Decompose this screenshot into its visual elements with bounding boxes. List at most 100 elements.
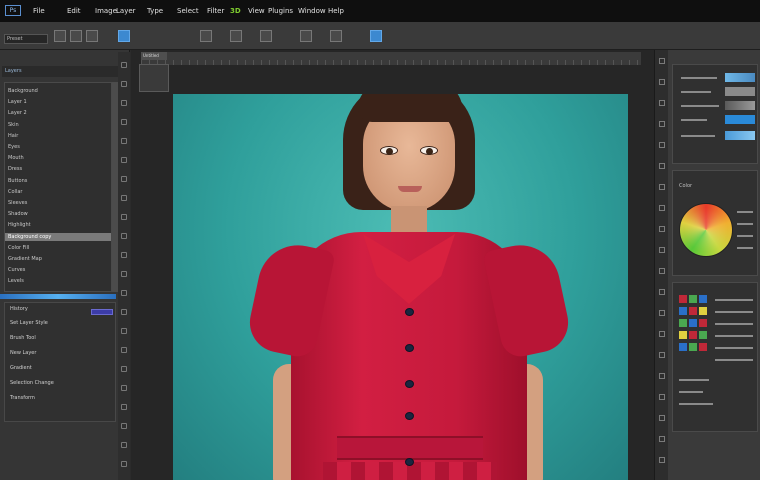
panel-toggle-icon[interactable] [659,142,665,148]
panel-toggle-icon[interactable] [659,415,665,421]
layer-item[interactable]: Shadow [8,210,28,218]
panel-toggle-icon[interactable] [121,252,127,258]
panel-toggle-icon[interactable] [659,457,665,463]
panel-toggle-icon[interactable] [659,247,665,253]
option-c-icon[interactable] [86,30,98,42]
panel-toggle-icon[interactable] [121,195,127,201]
layer-item[interactable]: Layer 2 [8,109,27,117]
panel-toggle-icon[interactable] [121,100,127,106]
menu-view[interactable]: View [248,7,265,15]
menu-help[interactable]: Help [328,7,344,15]
color-wheel[interactable] [679,203,733,257]
move-tool-icon[interactable] [118,30,130,42]
panel-toggle-icon[interactable] [659,100,665,106]
layer-item[interactable]: Dress [8,165,22,173]
swatch-row[interactable] [725,131,755,140]
layer-item[interactable]: Gradient Map [8,255,42,263]
layer-item[interactable]: Color Fill [8,244,29,252]
align-right-icon[interactable] [260,30,272,42]
panel-toggle-icon[interactable] [659,289,665,295]
panel-toggle-icon[interactable] [659,268,665,274]
panel-toggle-icon[interactable] [659,205,665,211]
panel-toggle-icon[interactable] [121,62,127,68]
panel-toggle-icon[interactable] [659,436,665,442]
panel-toggle-icon[interactable] [121,461,127,467]
panel-toggle-icon[interactable] [659,352,665,358]
panel-toggle-icon[interactable] [121,366,127,372]
panel-toggle-icon[interactable] [659,121,665,127]
panel-toggle-icon[interactable] [121,290,127,296]
panel-toggle-icon[interactable] [121,385,127,391]
menu-layer[interactable]: Layer [116,7,136,15]
layer-item[interactable]: Layer 1 [8,98,27,106]
swatch-row[interactable] [725,115,755,124]
panel-toggle-icon[interactable] [121,442,127,448]
panel-toggle-icon[interactable] [659,163,665,169]
menu-type[interactable]: Type [147,7,163,15]
history-item[interactable]: Gradient [10,364,32,373]
layer-item[interactable]: Curves [8,266,25,274]
layer-item[interactable]: Skin [8,121,19,129]
layer-item[interactable]: Background [8,87,38,95]
layer-item[interactable]: Collar [8,188,22,196]
align-center-icon[interactable] [230,30,242,42]
panel-toggle-icon[interactable] [121,347,127,353]
panel-toggle-icon[interactable] [659,226,665,232]
panel-toggle-icon[interactable] [121,423,127,429]
canvas[interactable] [173,94,628,480]
swatch-row[interactable] [725,87,755,96]
panel-toggle-icon[interactable] [121,81,127,87]
panel-toggle-icon[interactable] [121,214,127,220]
panel-toggle-icon[interactable] [659,58,665,64]
menu-window[interactable]: Window [298,7,326,15]
history-item[interactable]: Transform [10,394,35,403]
history-item[interactable]: New Layer [10,349,36,358]
panel-toggle-icon[interactable] [121,233,127,239]
menu-image[interactable]: Image [95,7,117,15]
menu-file[interactable]: File [33,7,45,15]
layer-item[interactable]: Background copy [5,232,111,241]
swatch-row[interactable] [725,101,755,110]
panel-toggle-icon[interactable] [121,157,127,163]
menu-select[interactable]: Select [177,7,199,15]
layer-item[interactable]: Sleeves [8,199,27,207]
panel-toggle-icon[interactable] [659,310,665,316]
panel-toggle-icon[interactable] [121,119,127,125]
menu-3d[interactable]: 3D [230,7,241,15]
navigator-thumbnail[interactable] [139,64,169,92]
panel-toggle-icon[interactable] [659,79,665,85]
menu-filter[interactable]: Filter [207,7,224,15]
panel-toggle-icon[interactable] [659,373,665,379]
arrange-icon[interactable] [330,30,342,42]
option-b-icon[interactable] [70,30,82,42]
panel-toggle-icon[interactable] [121,138,127,144]
preset-field[interactable]: Preset [4,34,48,44]
history-item[interactable]: Set Layer Style [10,319,48,328]
swatch-row[interactable] [725,73,755,82]
panel-toggle-icon[interactable] [659,331,665,337]
panel-toggle-icon[interactable] [121,309,127,315]
panel-toggle-icon[interactable] [121,404,127,410]
layer-item[interactable]: Mouth [8,154,24,162]
align-left-icon[interactable] [200,30,212,42]
panel-toggle-icon[interactable] [659,184,665,190]
menu-bar: Ps File Edit Image Layer Type Select Fil… [0,0,760,22]
layer-item[interactable]: Buttons [8,177,27,185]
option-a-icon[interactable] [54,30,66,42]
document-tab-bar: Untitled [141,52,641,60]
distribute-icon[interactable] [300,30,312,42]
history-item[interactable]: Selection Change [10,379,54,388]
panel-toggle-icon[interactable] [121,328,127,334]
document-tab[interactable]: Untitled [141,52,167,60]
layer-item[interactable]: Eyes [8,143,20,151]
panel-toggle-icon[interactable] [121,271,127,277]
panel-toggle-icon[interactable] [659,394,665,400]
history-item[interactable]: Brush Tool [10,334,36,343]
options-active-icon[interactable] [370,30,382,42]
menu-plugins[interactable]: Plugins [268,7,293,15]
layer-item[interactable]: Levels [8,277,24,285]
layer-item[interactable]: Highlight [8,221,31,229]
panel-toggle-icon[interactable] [121,176,127,182]
menu-edit[interactable]: Edit [67,7,81,15]
layer-item[interactable]: Hair [8,132,18,140]
